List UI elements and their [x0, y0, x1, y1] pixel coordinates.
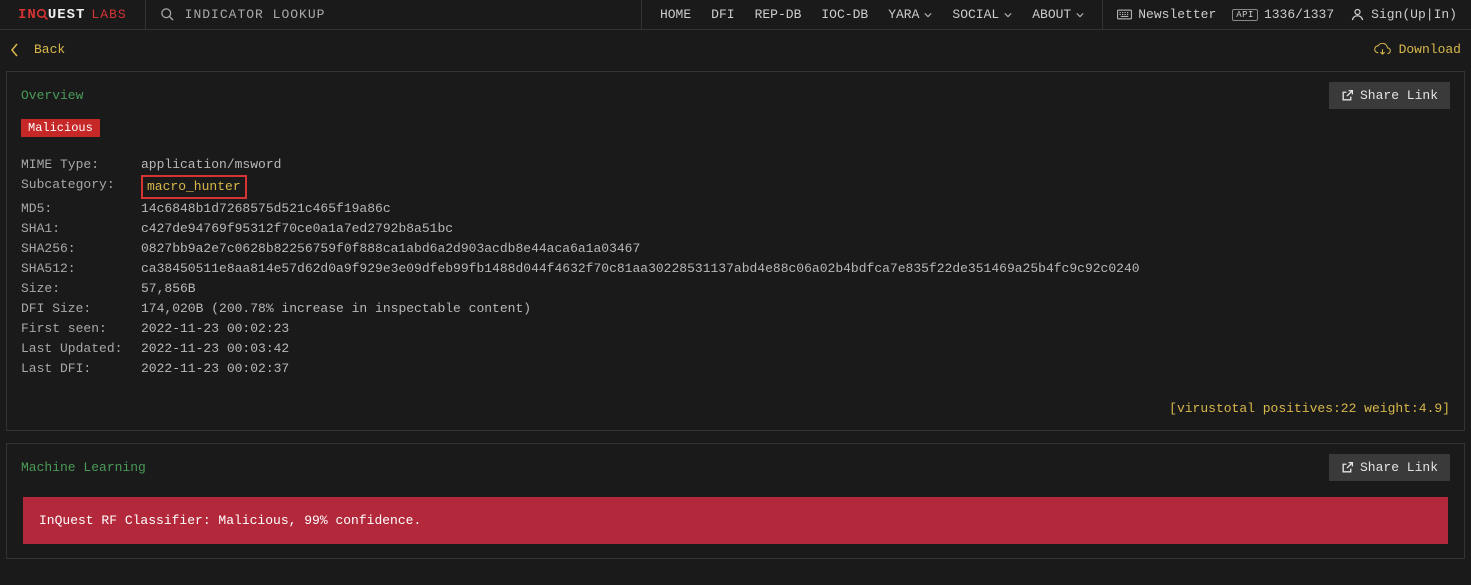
download-label: Download	[1399, 42, 1461, 57]
nav-iocdb[interactable]: IOC-DB	[811, 7, 878, 22]
nav-social-label: SOCIAL	[952, 7, 999, 22]
nav-dfi[interactable]: DFI	[701, 7, 744, 22]
row-mime: MIME Type:application/msword	[21, 155, 1450, 175]
dfisize-value: 174,020B (200.78% increase in inspectabl…	[141, 299, 531, 319]
share-link-button[interactable]: Share Link	[1329, 82, 1450, 109]
row-sha256: SHA256:0827bb9a2e7c0628b82256759f0f888ca…	[21, 239, 1450, 259]
sha1-value: c427de94769f95312f70ce0a1a7ed2792b8a51bc	[141, 219, 453, 239]
md5-key: MD5:	[21, 199, 141, 219]
nav-dfi-label: DFI	[711, 7, 734, 22]
status-badge: Malicious	[21, 119, 100, 137]
row-firstseen: First seen:2022-11-23 00:02:23	[21, 319, 1450, 339]
ml-result-banner: InQuest RF Classifier: Malicious, 99% co…	[23, 497, 1448, 544]
nav-about-label: ABOUT	[1032, 7, 1071, 22]
chevron-left-icon	[10, 43, 20, 57]
logo-part-in: IN	[18, 7, 37, 23]
api-badge: API	[1232, 9, 1258, 21]
search-icon	[160, 7, 175, 22]
overview-body: Malicious MIME Type:application/msword S…	[7, 119, 1464, 430]
logo-part-labs: LABS	[91, 7, 126, 22]
row-dfisize: DFI Size:174,020B (200.78% increase in i…	[21, 299, 1450, 319]
row-sha1: SHA1:c427de94769f95312f70ce0a1a7ed2792b8…	[21, 219, 1450, 239]
mime-value: application/msword	[141, 155, 281, 175]
nav-about[interactable]: ABOUT	[1022, 7, 1094, 22]
sha256-value: 0827bb9a2e7c0628b82256759f0f888ca1abd6a2…	[141, 239, 640, 259]
share-label: Share Link	[1360, 88, 1438, 103]
logo-magnify-icon	[37, 8, 48, 21]
ml-panel: Machine Learning Share Link InQuest RF C…	[6, 443, 1465, 559]
external-link-icon	[1341, 89, 1354, 102]
subcategory-value[interactable]: macro_hunter	[141, 175, 247, 199]
nav-yara-label: YARA	[888, 7, 919, 22]
subcategory-key: Subcategory:	[21, 175, 141, 199]
share-label: Share Link	[1360, 460, 1438, 475]
row-md5: MD5:14c6848b1d7268575d521c465f19a86c	[21, 199, 1450, 219]
overview-title: Overview	[21, 88, 83, 103]
chevron-down-icon	[924, 11, 932, 19]
back-row: Back Download	[0, 30, 1471, 67]
chevron-down-icon	[1004, 11, 1012, 19]
logo[interactable]: IN UEST LABS	[0, 0, 146, 29]
lastdfi-key: Last DFI:	[21, 359, 141, 379]
size-value: 57,856B	[141, 279, 196, 299]
firstseen-key: First seen:	[21, 319, 141, 339]
sha1-key: SHA1:	[21, 219, 141, 239]
sha512-value: ca38450511e8aa814e57d62d0a9f929e3e09dfeb…	[141, 259, 1140, 279]
ml-header: Machine Learning Share Link	[7, 444, 1464, 491]
cloud-download-icon	[1374, 43, 1391, 57]
api-counter-value: 1336/1337	[1264, 7, 1334, 22]
nav-home-label: HOME	[660, 7, 691, 22]
md5-value: 14c6848b1d7268575d521c465f19a86c	[141, 199, 391, 219]
search-label: INDICATOR LOOKUP	[185, 7, 326, 22]
mime-key: MIME Type:	[21, 155, 141, 175]
chevron-down-icon	[1076, 11, 1084, 19]
back-link[interactable]: Back	[10, 42, 65, 57]
nav-home[interactable]: HOME	[650, 7, 701, 22]
virustotal-footer[interactable]: [virustotal positives:22 weight:4.9]	[21, 379, 1450, 416]
row-lastupdated: Last Updated:2022-11-23 00:03:42	[21, 339, 1450, 359]
newsletter-label: Newsletter	[1138, 7, 1216, 22]
sha256-key: SHA256:	[21, 239, 141, 259]
nav-social[interactable]: SOCIAL	[942, 7, 1022, 22]
row-subcategory: Subcategory:macro_hunter	[21, 175, 1450, 199]
nav: HOME DFI REP-DB IOC-DB YARA SOCIAL ABOUT	[641, 0, 1102, 29]
ml-title: Machine Learning	[21, 460, 146, 475]
newsletter-link[interactable]: Newsletter	[1109, 7, 1224, 22]
search-area[interactable]: INDICATOR LOOKUP	[146, 0, 340, 29]
share-link-button[interactable]: Share Link	[1329, 454, 1450, 481]
nav-yara[interactable]: YARA	[878, 7, 942, 22]
row-sha512: SHA512:ca38450511e8aa814e57d62d0a9f929e3…	[21, 259, 1450, 279]
user-icon	[1350, 7, 1365, 22]
topbar-right: Newsletter API 1336/1337 Sign(Up|In)	[1102, 0, 1471, 29]
sign-link[interactable]: Sign(Up|In)	[1342, 7, 1465, 22]
top-bar: IN UEST LABS INDICATOR LOOKUP HOME DFI RE…	[0, 0, 1471, 30]
logo-part-uest: UEST	[48, 7, 86, 23]
api-counter[interactable]: API 1336/1337	[1224, 7, 1342, 22]
overview-header: Overview Share Link	[7, 72, 1464, 119]
row-lastdfi: Last DFI:2022-11-23 00:02:37	[21, 359, 1450, 379]
external-link-icon	[1341, 461, 1354, 474]
nav-repdb[interactable]: REP-DB	[745, 7, 812, 22]
back-label: Back	[34, 42, 65, 57]
size-key: Size:	[21, 279, 141, 299]
lastupdated-value: 2022-11-23 00:03:42	[141, 339, 289, 359]
lastupdated-key: Last Updated:	[21, 339, 141, 359]
row-size: Size:57,856B	[21, 279, 1450, 299]
ml-body: InQuest RF Classifier: Malicious, 99% co…	[7, 497, 1464, 558]
sha512-key: SHA512:	[21, 259, 141, 279]
lastdfi-value: 2022-11-23 00:02:37	[141, 359, 289, 379]
keyboard-icon	[1117, 7, 1132, 22]
nav-repdb-label: REP-DB	[755, 7, 802, 22]
dfisize-key: DFI Size:	[21, 299, 141, 319]
overview-panel: Overview Share Link Malicious MIME Type:…	[6, 71, 1465, 431]
download-link[interactable]: Download	[1374, 42, 1461, 57]
nav-iocdb-label: IOC-DB	[821, 7, 868, 22]
sign-label: Sign(Up|In)	[1371, 7, 1457, 22]
firstseen-value: 2022-11-23 00:02:23	[141, 319, 289, 339]
